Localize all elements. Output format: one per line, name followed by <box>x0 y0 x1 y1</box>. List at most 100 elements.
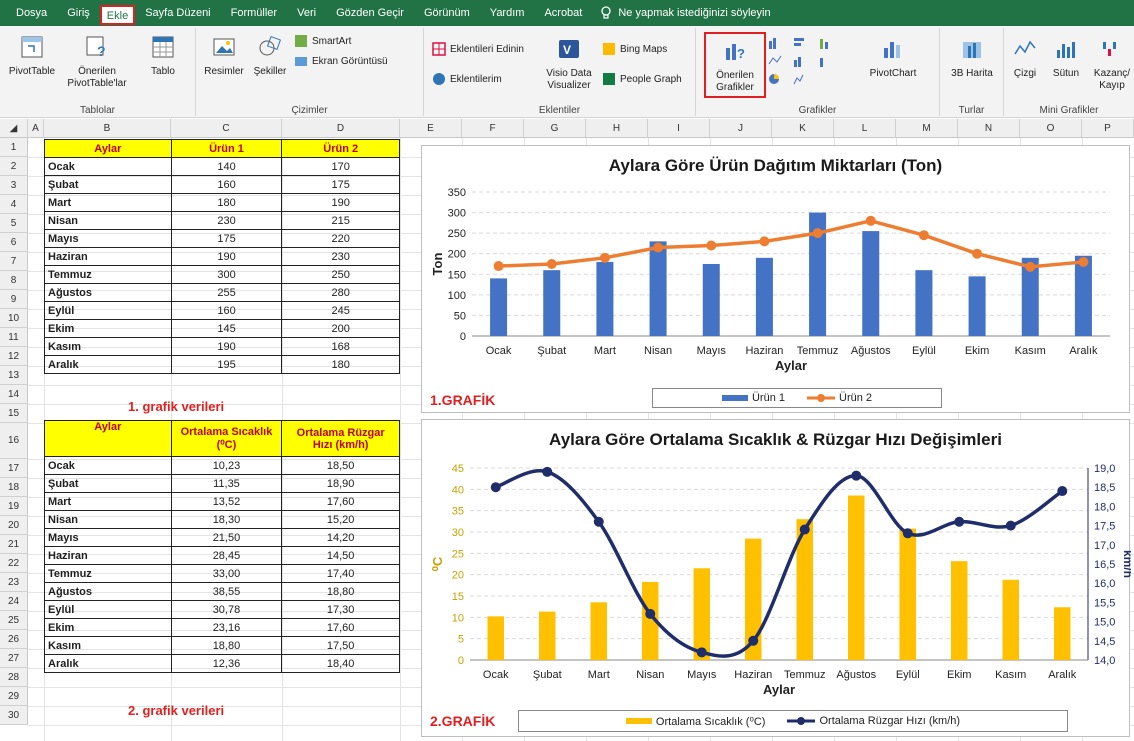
value-cell[interactable]: 190 <box>281 193 400 212</box>
map3d-button[interactable]: 3B Harita <box>944 36 1000 80</box>
month-cell[interactable]: Ekim <box>44 618 172 637</box>
col-header-f[interactable]: F <box>462 119 524 138</box>
select-all-corner[interactable]: ◢ <box>0 119 28 138</box>
value-cell[interactable]: 250 <box>281 265 400 284</box>
visio-button[interactable]: V Visio Data Visualizer <box>542 36 596 92</box>
month-cell[interactable]: Nisan <box>44 211 172 230</box>
value-cell[interactable]: 160 <box>170 175 283 194</box>
col-header-b[interactable]: B <box>44 119 171 138</box>
month-cell[interactable]: Mayıs <box>44 229 172 248</box>
row-header[interactable]: 8 <box>0 271 28 290</box>
tab-formulas[interactable]: Formüller <box>221 0 287 26</box>
value-cell[interactable]: 23,16 <box>170 618 283 637</box>
value-cell[interactable]: 220 <box>281 229 400 248</box>
sparkline-winloss-button[interactable]: Kazanç/ Kayıp <box>1090 36 1134 92</box>
month-cell[interactable]: Ekim <box>44 319 172 338</box>
tab-home[interactable]: Giriş <box>57 0 100 26</box>
value-cell[interactable]: 28,45 <box>170 546 283 565</box>
value-cell[interactable]: 195 <box>170 355 283 374</box>
value-cell[interactable]: 145 <box>170 319 283 338</box>
row-header[interactable]: 5 <box>0 214 28 233</box>
value-cell[interactable]: 200 <box>281 319 400 338</box>
row-header[interactable]: 26 <box>0 630 28 649</box>
row-header[interactable]: 24 <box>0 592 28 611</box>
value-cell[interactable]: 190 <box>170 337 283 356</box>
pivotchart-button[interactable]: PivotChart <box>862 36 924 80</box>
value-cell[interactable]: 280 <box>281 283 400 302</box>
row-header[interactable]: 18 <box>0 478 28 497</box>
row-header[interactable]: 25 <box>0 611 28 630</box>
row-header[interactable]: 14 <box>0 385 28 404</box>
row-header[interactable]: 16 <box>0 423 28 459</box>
month-cell[interactable]: Haziran <box>44 247 172 266</box>
row-header[interactable]: 4 <box>0 195 28 214</box>
value-cell[interactable]: 160 <box>170 301 283 320</box>
month-cell[interactable]: Ağustos <box>44 283 172 302</box>
value-cell[interactable]: 17,50 <box>281 636 400 655</box>
row-header[interactable]: 20 <box>0 516 28 535</box>
value-cell[interactable]: 21,50 <box>170 528 283 547</box>
col-header-h[interactable]: H <box>586 119 648 138</box>
value-cell[interactable]: 38,55 <box>170 582 283 601</box>
table-header-cell[interactable]: Ortalama Sıcaklık (⁰C) <box>170 420 283 457</box>
col-header-j[interactable]: J <box>710 119 772 138</box>
value-cell[interactable]: 168 <box>281 337 400 356</box>
value-cell[interactable]: 18,40 <box>281 654 400 673</box>
value-cell[interactable]: 17,60 <box>281 492 400 511</box>
value-cell[interactable]: 18,80 <box>281 582 400 601</box>
smartart-button[interactable]: SmartArt <box>294 34 351 48</box>
value-cell[interactable]: 18,30 <box>170 510 283 529</box>
row-header[interactable]: 13 <box>0 366 28 385</box>
row-header[interactable]: 29 <box>0 687 28 706</box>
month-cell[interactable]: Ocak <box>44 456 172 475</box>
month-cell[interactable]: Nisan <box>44 510 172 529</box>
people-graph-button[interactable]: People Graph <box>602 72 682 86</box>
month-cell[interactable]: Kasım <box>44 337 172 356</box>
value-cell[interactable]: 180 <box>281 355 400 374</box>
month-cell[interactable]: Temmuz <box>44 265 172 284</box>
value-cell[interactable]: 18,80 <box>170 636 283 655</box>
row-header[interactable]: 3 <box>0 176 28 195</box>
table-header-cell[interactable]: Ürün 2 <box>281 139 400 158</box>
month-cell[interactable]: Aralık <box>44 654 172 673</box>
value-cell[interactable]: 14,20 <box>281 528 400 547</box>
chart-types-row2[interactable] <box>768 54 842 68</box>
row-header[interactable]: 11 <box>0 328 28 347</box>
screenshot-button[interactable]: Ekran Görüntüsü <box>294 54 388 68</box>
table-header-cell[interactable]: Aylar <box>44 139 172 158</box>
value-cell[interactable]: 175 <box>170 229 283 248</box>
value-cell[interactable]: 30,78 <box>170 600 283 619</box>
bing-maps-button[interactable]: Bing Maps <box>602 42 667 56</box>
value-cell[interactable]: 15,20 <box>281 510 400 529</box>
row-header[interactable]: 28 <box>0 668 28 687</box>
value-cell[interactable]: 18,90 <box>281 474 400 493</box>
row-header[interactable]: 1 <box>0 138 28 157</box>
chart-types-row3[interactable] <box>768 72 842 86</box>
col-header-m[interactable]: M <box>896 119 958 138</box>
row-header[interactable]: 21 <box>0 535 28 554</box>
value-cell[interactable]: 14,50 <box>281 546 400 565</box>
tab-insert[interactable]: Ekle <box>99 4 136 25</box>
row-header[interactable]: 19 <box>0 497 28 516</box>
col-header-n[interactable]: N <box>958 119 1020 138</box>
row-header[interactable]: 2 <box>0 157 28 176</box>
col-header-p[interactable]: P <box>1082 119 1134 138</box>
my-addins-button[interactable]: Eklentilerim <box>432 72 502 86</box>
tab-file[interactable]: Dosya <box>6 0 57 26</box>
tab-review[interactable]: Gözden Geçir <box>326 0 414 26</box>
value-cell[interactable]: 190 <box>170 247 283 266</box>
value-cell[interactable]: 180 <box>170 193 283 212</box>
table-header-cell[interactable]: Aylar <box>44 420 172 457</box>
month-cell[interactable]: Aralık <box>44 355 172 374</box>
tell-me-box[interactable]: Ne yapmak istediğinizi söyleyin <box>592 6 771 20</box>
col-header-d[interactable]: D <box>282 119 400 138</box>
month-cell[interactable]: Mart <box>44 193 172 212</box>
get-addins-button[interactable]: Eklentileri Edinin <box>432 42 524 56</box>
month-cell[interactable]: Haziran <box>44 546 172 565</box>
value-cell[interactable]: 33,00 <box>170 564 283 583</box>
col-header-g[interactable]: G <box>524 119 586 138</box>
recommended-pivot-button[interactable]: ? Önerilen PivotTable'lar <box>64 34 130 90</box>
value-cell[interactable]: 230 <box>281 247 400 266</box>
col-header-e[interactable]: E <box>400 119 462 138</box>
chart-temperature-wind[interactable]: Aylara Göre Ortalama Sıcaklık & Rüzgar H… <box>421 419 1131 737</box>
